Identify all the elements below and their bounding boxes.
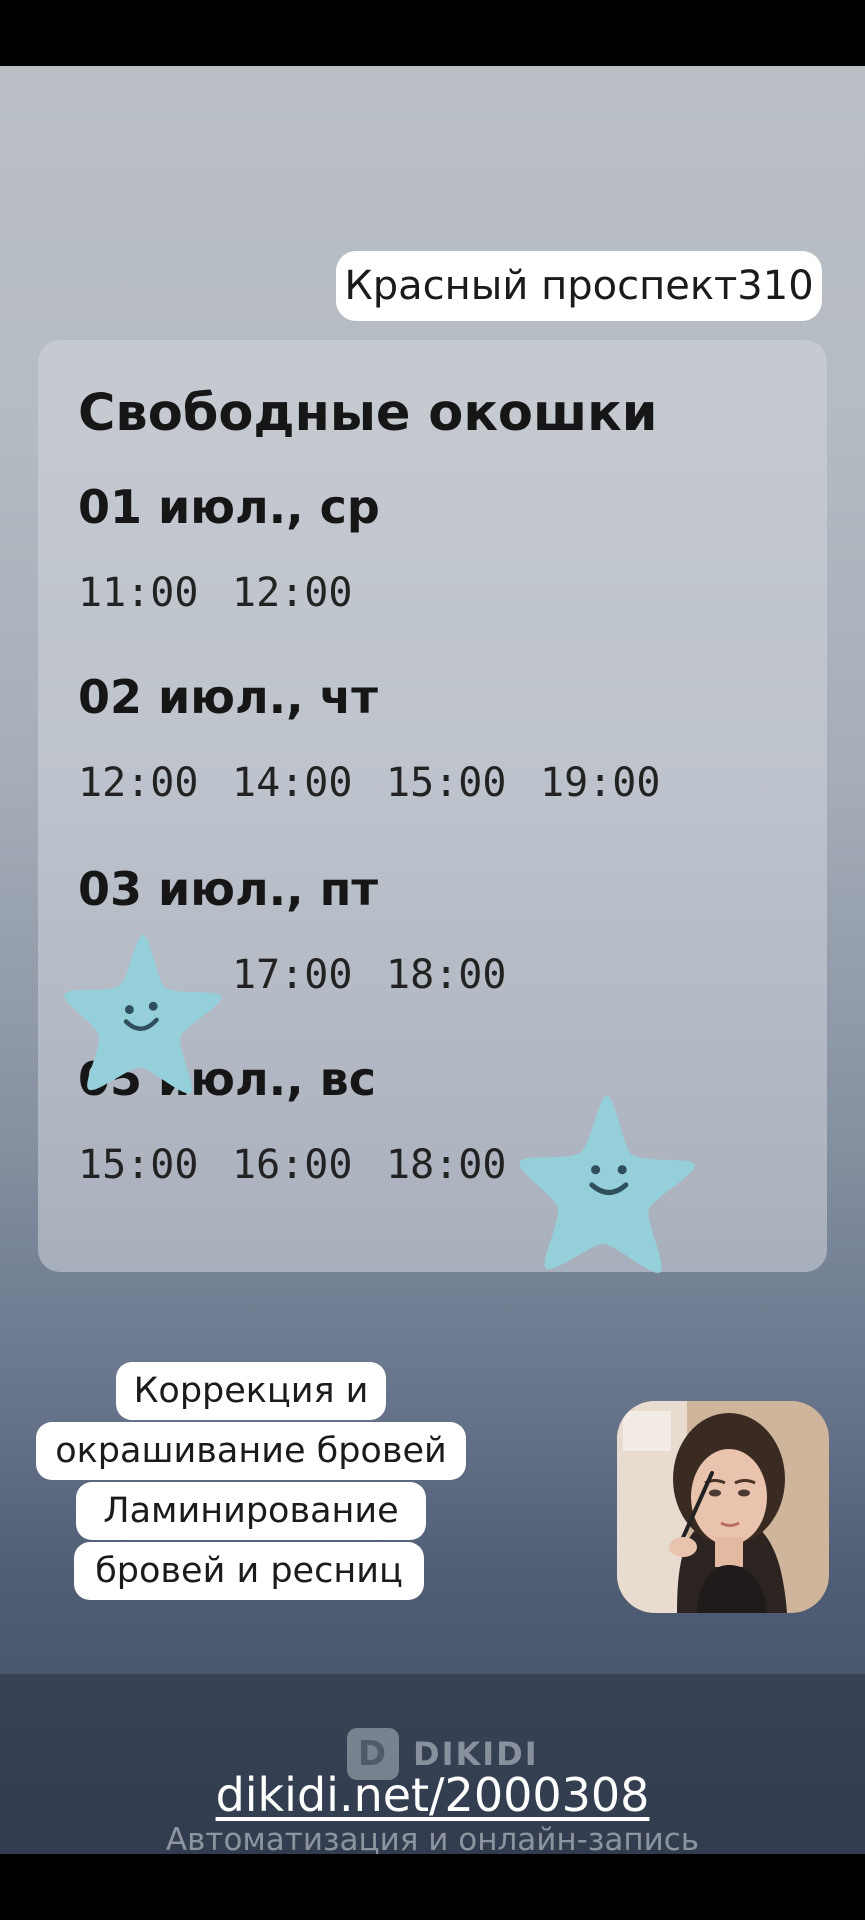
services-sticker: Коррекция и окрашивание бровей Ламиниров…	[36, 1362, 476, 1606]
service-line: окрашивание бровей	[36, 1422, 466, 1480]
time-slot[interactable]: 15:00	[386, 760, 506, 806]
booking-link[interactable]: dikidi.net/2000308	[0, 1768, 865, 1822]
portrait-illustration	[617, 1401, 829, 1613]
star-sticker-icon	[519, 1095, 695, 1273]
day-heading: 02 июл., чт	[78, 670, 378, 724]
time-slot[interactable]: 18:00	[386, 1142, 506, 1188]
service-line: Коррекция и	[116, 1362, 386, 1420]
time-slot[interactable]: 14:00	[232, 760, 352, 806]
service-line: Ламинирование	[76, 1482, 426, 1540]
story-frame: Красный проспект310 Свободные окошки 01 …	[0, 66, 865, 1854]
day-heading: 03 июл., пт	[78, 862, 379, 916]
time-slot[interactable]: 12:00	[78, 760, 198, 806]
time-slot-row: 12:00 14:00 15:00 19:00	[78, 760, 778, 810]
time-slot-row: 11:00 12:00	[78, 570, 778, 620]
day-heading: 01 июл., ср	[78, 480, 380, 534]
time-slot[interactable]: 19:00	[540, 760, 660, 806]
time-slot[interactable]: 17:00	[232, 952, 352, 998]
master-photo	[617, 1401, 829, 1613]
time-slot[interactable]: 18:00	[386, 952, 506, 998]
time-slot[interactable]: 16:00	[232, 1142, 352, 1188]
card-title: Свободные окошки	[78, 384, 658, 443]
address-label: Красный проспект310	[336, 251, 822, 321]
star-sticker-icon	[64, 934, 222, 1094]
time-slot[interactable]: 12:00	[232, 570, 352, 616]
free-slots-card: Свободные окошки 01 июл., ср 11:00 12:00…	[38, 340, 827, 1272]
service-line: бровей и ресниц	[74, 1542, 424, 1600]
time-slot[interactable]: 11:00	[78, 570, 198, 616]
tagline: Автоматизация и онлайн-запись	[165, 1822, 700, 1854]
time-slot[interactable]: 15:00	[78, 1142, 198, 1188]
